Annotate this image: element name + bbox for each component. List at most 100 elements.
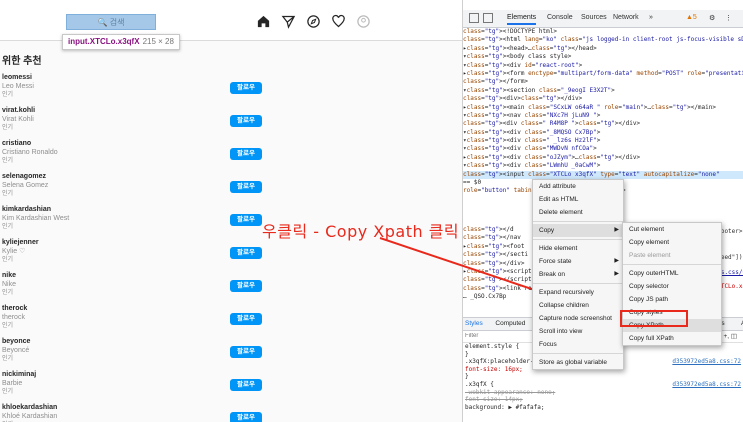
follow-button[interactable]: 팔로우 xyxy=(230,181,262,193)
home-icon[interactable] xyxy=(256,14,271,29)
copy-submenu: Cut element Copy element Paste element Copy… xyxy=(622,222,722,346)
device-toggle-icon[interactable] xyxy=(483,13,493,23)
dom-node-line[interactable]: class="tg"><div>class="tg"></div> xyxy=(463,95,743,103)
context-menu-item[interactable]: Break on ▶ xyxy=(533,268,623,281)
suggestion-row: cristiano Cristiano Ronaldo 인기 팔로우 xyxy=(0,139,462,172)
follow-button[interactable]: 팔로우 xyxy=(230,247,262,259)
context-menu-item[interactable]: Delete element xyxy=(533,206,623,219)
follow-button[interactable]: 팔로우 xyxy=(230,280,262,292)
style-rule-text: element.style { xyxy=(465,343,520,350)
context-menu-item[interactable]: Edit as HTML xyxy=(533,193,623,206)
suggestion-row: virat.kohli Virat Kohli 인기 팔로우 xyxy=(0,106,462,139)
dom-node-line[interactable]: ▾class="tg"><section class="_9eogI E3X2T… xyxy=(463,87,743,95)
explore-icon[interactable] xyxy=(306,14,321,29)
style-rule-line[interactable]: -webkit-appearance: none; xyxy=(463,389,743,397)
tab-sources[interactable]: Sources xyxy=(581,14,607,21)
settings-icon[interactable]: ⚙ xyxy=(709,14,715,22)
context-menu-item[interactable]: Capture node screenshot xyxy=(533,312,623,325)
dom-node-line[interactable]: ▾class="tg"><div class="_8MQSO Cx7Bp"> xyxy=(463,129,743,137)
devtools-tabbar: Elements Console Sources Network » ▲5 ⚙ … xyxy=(463,10,743,28)
context-menu-item[interactable]: Scroll into view xyxy=(533,325,623,338)
profile-icon[interactable] xyxy=(356,14,371,29)
username-link[interactable]: therock xyxy=(2,305,27,313)
more-menu-icon[interactable]: ⋮ xyxy=(725,14,732,22)
username-link[interactable]: virat.kohli xyxy=(2,107,35,115)
dom-node-line[interactable]: ▾class="tg"><nav class="NXc7H jLuN9 "> xyxy=(463,112,743,120)
inspect-icon[interactable] xyxy=(469,13,479,23)
copy-submenu-item[interactable]: Copy full XPath xyxy=(623,332,721,345)
dom-node-line[interactable]: class="tg"><html lang="ko" class="js log… xyxy=(463,36,743,44)
direct-icon[interactable] xyxy=(281,14,296,29)
tab-more[interactable]: » xyxy=(649,14,653,21)
follow-button[interactable]: 팔로우 xyxy=(230,412,262,422)
tab-elements[interactable]: Elements xyxy=(507,14,537,25)
copy-submenu-item[interactable]: Copy selector xyxy=(623,280,721,293)
stylesheet-source-link[interactable]: d353972ed5a8.css:72 xyxy=(672,381,741,389)
username-link[interactable]: kyliejenner xyxy=(2,239,39,247)
dom-node-line[interactable]: ▾class="tg"><div class="LWmhU _0aCwM"> xyxy=(463,162,743,170)
context-menu-item[interactable]: Force state ▶ xyxy=(533,255,623,268)
style-rule-line[interactable]: .x3qfX {d353972ed5a8.css:72 xyxy=(463,381,743,389)
follow-button[interactable]: 팔로우 xyxy=(230,214,262,226)
style-rule-line[interactable]: background: ▶ #fafafa; xyxy=(463,404,743,412)
menu-separator xyxy=(533,283,623,284)
context-menu-item[interactable]: Store as global variable xyxy=(533,356,623,369)
context-menu-item[interactable]: Copy ▶ xyxy=(533,224,623,237)
full-name: Virat Kohli xyxy=(2,116,34,123)
styles-tab[interactable]: Styles xyxy=(465,320,483,327)
follow-button[interactable]: 팔로우 xyxy=(230,346,262,358)
username-link[interactable]: selenagomez xyxy=(2,173,46,181)
context-menu: Add attribute Edit as HTML Delete element C… xyxy=(532,179,624,370)
popular-tag: 인기 xyxy=(2,125,14,131)
username-link[interactable]: nickiminaj xyxy=(2,371,36,379)
follow-button[interactable]: 팔로우 xyxy=(230,379,262,391)
context-menu-item[interactable]: Collapse children xyxy=(533,299,623,312)
activity-icon[interactable] xyxy=(331,14,346,29)
style-rule-line[interactable]: font-size: 14px; xyxy=(463,396,743,404)
full-name: Khloé Kardashian xyxy=(2,413,58,420)
dom-node-line[interactable]: class="tg"></form> xyxy=(463,78,743,86)
dom-node-line[interactable]: ▸class="tg"><head>…class="tg"></head> xyxy=(463,45,743,53)
context-menu-item[interactable]: Add attribute xyxy=(533,180,623,193)
styles-tab[interactable]: Computed xyxy=(495,320,525,327)
search-input[interactable] xyxy=(67,15,155,29)
tooltip-size: 215 × 28 xyxy=(142,37,174,46)
copy-submenu-item[interactable]: Copy JS path xyxy=(623,293,721,306)
username-link[interactable]: beyonce xyxy=(2,338,30,346)
tab-console[interactable]: Console xyxy=(547,14,573,21)
context-menu-item[interactable]: Expand recursively xyxy=(533,286,623,299)
dom-node-line[interactable]: ▸class="tg"><div class="oJZym">…class="t… xyxy=(463,154,743,162)
dom-node-line[interactable]: class="tg"><input class="XTCLo x3qfX" ty… xyxy=(463,170,743,180)
copy-submenu-item[interactable]: Paste element xyxy=(623,249,721,262)
username-link[interactable]: kimkardashian xyxy=(2,206,51,214)
dom-node-line[interactable]: class="tg"><!DOCTYPE html> xyxy=(463,28,743,36)
follow-button[interactable]: 팔로우 xyxy=(230,313,262,325)
dom-node-line[interactable]: ▾class="tg"><body class style> xyxy=(463,53,743,61)
context-menu-item[interactable]: Focus xyxy=(533,338,623,351)
follow-button[interactable]: 팔로우 xyxy=(230,148,262,160)
dom-node-line[interactable]: ▾class="tg"><div id="react-root"> xyxy=(463,62,743,70)
copy-submenu-item[interactable]: Copy element xyxy=(623,236,721,249)
stylesheet-source-link[interactable]: d353972ed5a8.css:72 xyxy=(672,358,741,366)
dom-node-line[interactable]: ▾class="tg"><div class=" _lz6s Hz2lF"> xyxy=(463,137,743,145)
dom-node-line[interactable]: ▸class="tg"><form enctype="multipart/for… xyxy=(463,70,743,78)
username-link[interactable]: leomessi xyxy=(2,74,32,82)
style-rule-line[interactable]: } xyxy=(463,373,743,381)
dom-node-line[interactable]: ▸class="tg"><main class="SCxLW o64aR " r… xyxy=(463,104,743,112)
follow-button[interactable]: 팔로우 xyxy=(230,82,262,94)
search-box[interactable] xyxy=(66,14,156,30)
username-link[interactable]: khloekardashian xyxy=(2,404,57,412)
dom-node-line[interactable]: ▾class="tg"><div class="MWDvN nfCOa"> xyxy=(463,145,743,153)
copy-submenu-item[interactable]: Cut element xyxy=(623,223,721,236)
username-link[interactable]: nike xyxy=(2,272,16,280)
username-link[interactable]: cristiano xyxy=(2,140,31,148)
annotation-text: 우클릭 - Copy Xpath 클릭 xyxy=(262,222,460,241)
warning-badge[interactable]: ▲5 xyxy=(686,14,697,21)
tab-network[interactable]: Network xyxy=(613,14,639,21)
follow-button[interactable]: 팔로우 xyxy=(230,115,262,127)
context-menu-item[interactable]: Hide element xyxy=(533,242,623,255)
popular-tag: 인기 xyxy=(2,191,14,197)
copy-submenu-item[interactable]: Copy outerHTML xyxy=(623,267,721,280)
popular-tag: 인기 xyxy=(2,224,14,230)
dom-node-line[interactable]: class="tg"><div class=" R4M8P ">class="t… xyxy=(463,120,743,128)
